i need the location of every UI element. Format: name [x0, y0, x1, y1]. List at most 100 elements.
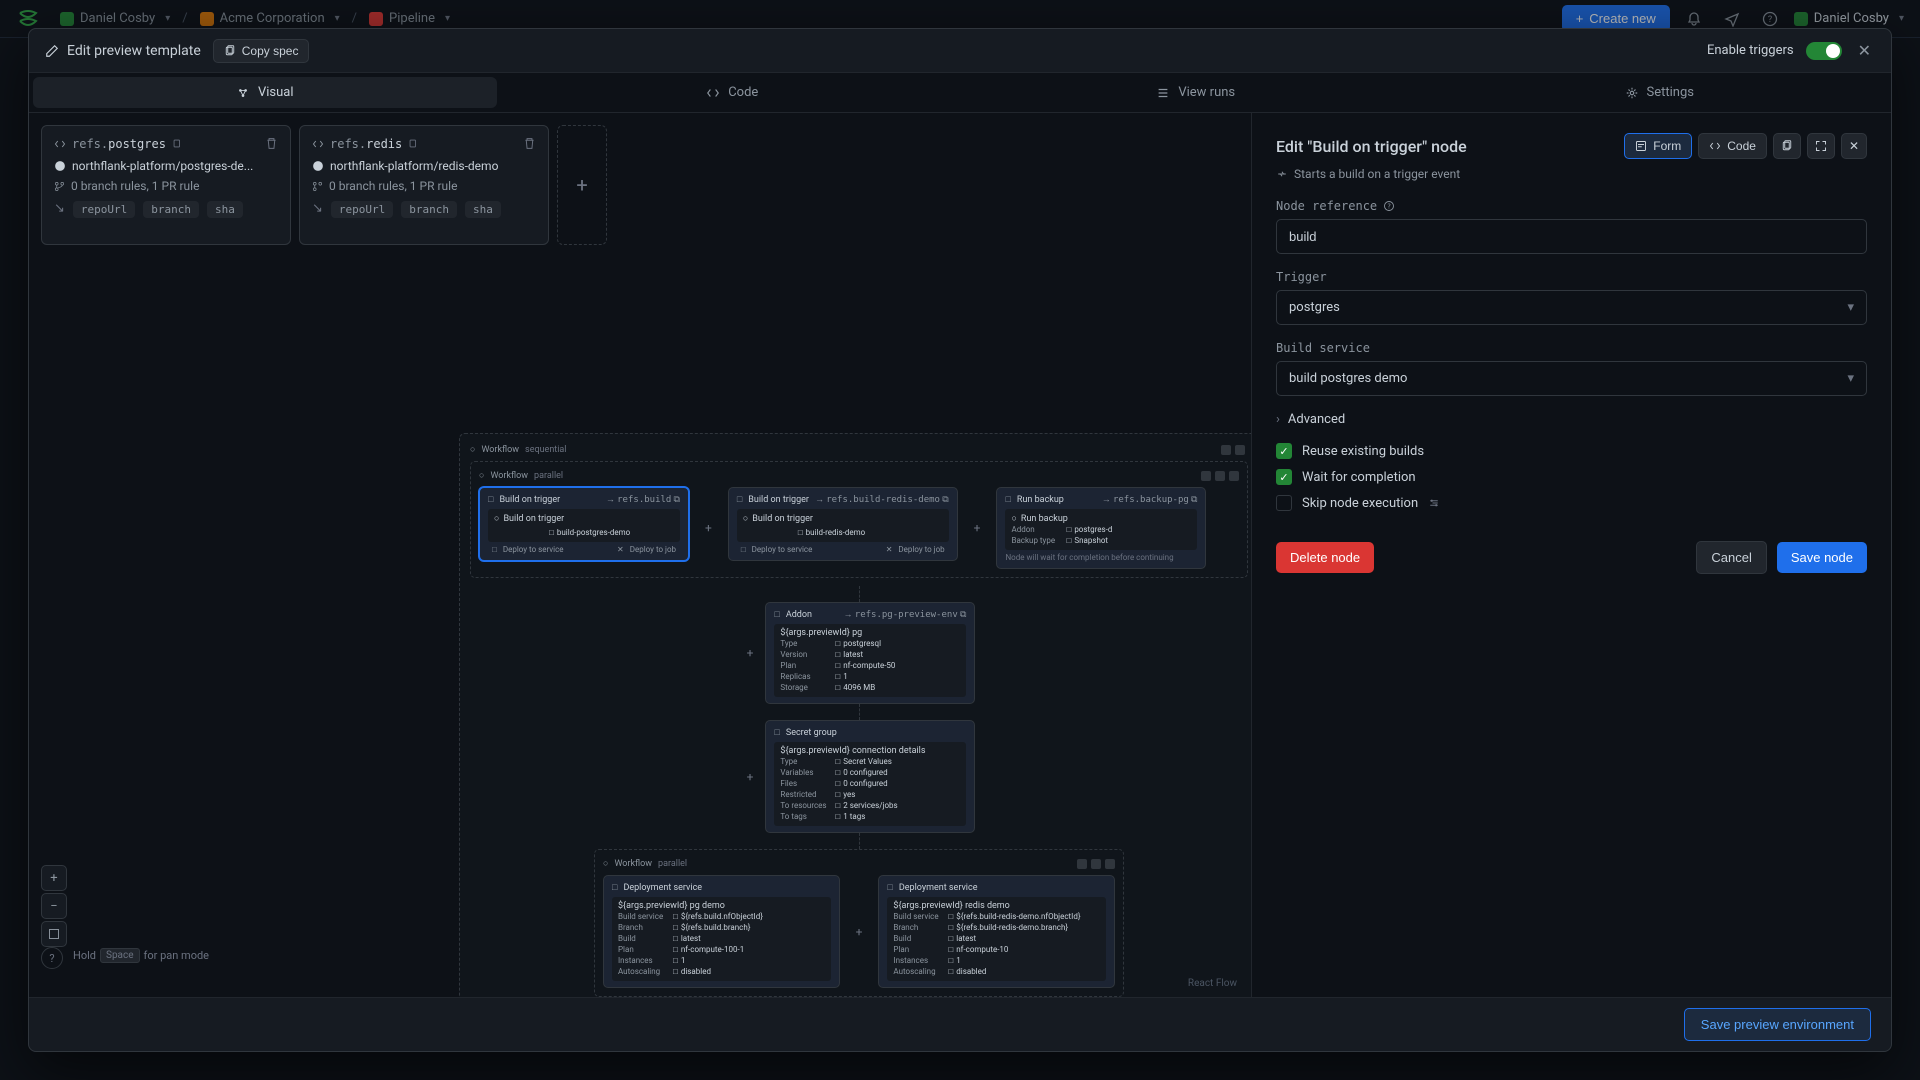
checkbox-label: Skip node execution [1302, 496, 1418, 511]
ref-card-redis[interactable]: refs.redis northflank-platform/redis-dem… [299, 125, 549, 245]
chevron-down-icon: ▾ [445, 13, 450, 24]
workflow-node-backup[interactable]: □Run backup → refs.backup-pg ⧉ ○Run back… [996, 487, 1206, 569]
workflow-node-deploy-redis[interactable]: □Deployment service ${args.previewId} re… [878, 875, 1115, 988]
panel-actions: Delete node Cancel Save node [1276, 541, 1867, 574]
enable-triggers-label: Enable triggers [1707, 43, 1794, 58]
branch-icon [54, 181, 65, 192]
tab-label: View runs [1178, 85, 1235, 100]
trigger-label: Trigger [1276, 270, 1867, 284]
workflow-node-secret[interactable]: □Secret group ${args.previewId} connecti… [765, 720, 975, 833]
duplicate-button[interactable] [1773, 133, 1801, 159]
build-service-select[interactable]: build postgres demo ▾ [1276, 361, 1867, 396]
main-area: refs.postgres northflank-platform/postgr… [29, 113, 1891, 997]
add-node-button[interactable]: + [743, 770, 758, 784]
github-icon [54, 160, 66, 172]
add-node-button[interactable]: + [970, 521, 985, 535]
code-icon [54, 138, 66, 150]
copy-icon[interactable] [408, 138, 419, 149]
ref-card-postgres[interactable]: refs.postgres northflank-platform/postgr… [41, 125, 291, 245]
chevron-down-icon: ▾ [1847, 300, 1854, 315]
chevron-right-icon: › [1276, 412, 1280, 427]
breadcrumb-label: Acme Corporation [220, 11, 325, 26]
breadcrumb-item-org[interactable]: Acme Corporation ▾ [200, 11, 340, 26]
workflow-node-addon[interactable]: □Addon→ refs.pg-preview-env ⧉ ${args.pre… [765, 602, 975, 704]
save-preview-environment-button[interactable]: Save preview environment [1684, 1008, 1871, 1041]
workflow-outer-label: ○Workflow sequential [470, 444, 1248, 455]
avatar [1794, 12, 1808, 26]
copy-icon[interactable] [172, 138, 183, 149]
build-service-label: Build service [1276, 341, 1867, 355]
tab-view-runs[interactable]: View runs [964, 73, 1428, 112]
node-reference-input[interactable] [1276, 219, 1867, 254]
kbd-space: Space [100, 948, 140, 963]
ref-name: redis [366, 137, 402, 151]
add-node-button[interactable]: + [852, 925, 867, 939]
save-node-button[interactable]: Save node [1777, 542, 1867, 573]
fit-view-button[interactable] [41, 921, 67, 947]
tab-settings[interactable]: Settings [1428, 73, 1892, 112]
add-ref-button[interactable]: + [557, 125, 607, 245]
canvas-area[interactable]: refs.postgres northflank-platform/postgr… [29, 113, 1251, 997]
copy-spec-button[interactable]: Copy spec [213, 39, 310, 63]
react-flow-attribution: React Flow [1188, 978, 1237, 989]
ref-prefix: refs. [330, 137, 366, 151]
tab-visual[interactable]: Visual [33, 77, 497, 108]
user-menu[interactable]: Daniel Cosby ▾ [1794, 11, 1904, 26]
tab-code[interactable]: Code [501, 73, 965, 112]
panel-tab-code[interactable]: Code [1698, 133, 1767, 159]
checkbox-reuse-builds[interactable]: ✓ Reuse existing builds [1276, 443, 1867, 459]
close-panel-button[interactable]: ✕ [1841, 133, 1867, 159]
breadcrumb-item-project[interactable]: Pipeline ▾ [369, 11, 450, 26]
tab-bar: Visual Code View runs Settings [29, 73, 1891, 113]
canvas-help-button[interactable]: ? [41, 947, 63, 969]
create-new-label: Create new [1589, 11, 1655, 26]
ref-branch-info: 0 branch rules, 1 PR rule [71, 179, 199, 193]
workflow-node-deploy-pg[interactable]: □Deployment service ${args.previewId} pg… [603, 875, 840, 988]
workflow-node-build-postgres[interactable]: □Build on trigger → refs.build ⧉ ○Build … [479, 487, 689, 561]
checkbox-wait-completion[interactable]: ✓ Wait for completion [1276, 469, 1867, 485]
zoom-in-button[interactable]: + [41, 865, 67, 891]
avatar [60, 12, 74, 26]
logo[interactable] [16, 7, 40, 31]
node-ref-label: Node reference ? [1276, 199, 1867, 213]
code-icon [706, 86, 720, 100]
ref-tag: branch [401, 201, 457, 218]
breadcrumb-label: Pipeline [389, 11, 435, 26]
add-node-button[interactable]: + [701, 521, 716, 535]
checkbox-icon: ✓ [1276, 443, 1292, 459]
side-panel: Edit "Build on trigger" node Form Code [1251, 113, 1891, 997]
checkbox-skip-execution[interactable]: Skip node execution [1276, 495, 1867, 511]
cancel-button[interactable]: Cancel [1696, 541, 1766, 574]
breadcrumb-separator: / [182, 11, 187, 26]
breadcrumb-item-user[interactable]: Daniel Cosby ▾ [60, 11, 170, 26]
gear-icon [1625, 86, 1639, 100]
trigger-select[interactable]: postgres ▾ [1276, 290, 1867, 325]
advanced-toggle[interactable]: › Advanced [1276, 412, 1867, 427]
workflow-node-build-redis[interactable]: □Build on trigger → refs.build-redis-dem… [728, 487, 958, 561]
info-icon[interactable]: ? [1383, 200, 1395, 212]
close-icon[interactable]: ✕ [1854, 37, 1875, 64]
tab-label: Visual [258, 85, 294, 100]
trash-icon[interactable] [523, 136, 536, 151]
copy-icon [1781, 140, 1793, 152]
expand-button[interactable] [1807, 133, 1835, 159]
trash-icon[interactable] [265, 136, 278, 151]
zoom-out-button[interactable]: − [41, 893, 67, 919]
workflow-parallel2-label: ○Workflow parallel [603, 858, 1115, 869]
enable-triggers-toggle[interactable] [1806, 42, 1842, 60]
panel-title: Edit "Build on trigger" node [1276, 137, 1467, 156]
chevron-down-icon: ▾ [335, 13, 340, 24]
panel-tab-form[interactable]: Form [1624, 133, 1692, 159]
svg-text:?: ? [1387, 202, 1391, 210]
settings-icon[interactable] [1428, 496, 1440, 511]
ref-repo: northflank-platform/redis-demo [330, 159, 498, 173]
copy-spec-label: Copy spec [242, 44, 299, 58]
avatar [200, 12, 214, 26]
delete-node-button[interactable]: Delete node [1276, 542, 1374, 573]
preview-template-modal: Edit preview template Copy spec Enable t… [28, 28, 1892, 1052]
github-icon [312, 160, 324, 172]
canvas-controls: + − [41, 865, 67, 947]
add-node-button[interactable]: + [743, 646, 758, 660]
modal-title: Edit preview template [45, 43, 201, 59]
ref-prefix: refs. [72, 137, 108, 151]
